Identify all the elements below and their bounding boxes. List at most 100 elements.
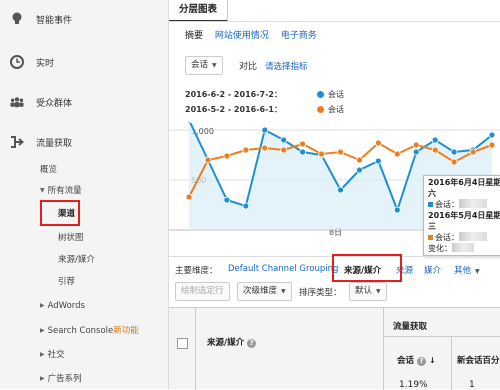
data-point-previous-12[interactable]: [412, 141, 420, 149]
nav-label: 智能事件: [36, 15, 73, 26]
nav-overview[interactable]: 概览: [40, 163, 57, 175]
data-point-previous-8[interactable]: [337, 148, 344, 156]
data-point-previous-11[interactable]: [393, 150, 401, 158]
legend-previous: 会话: [317, 104, 344, 115]
data-point-previous-1[interactable]: [204, 156, 212, 164]
data-point-previous-3[interactable]: [242, 146, 250, 154]
subtabs: 摘要 网站使用情况 电子商务: [185, 28, 326, 41]
caret-right-icon: ▶: [40, 351, 45, 358]
chevron-down-icon: ▼: [376, 288, 381, 295]
legend-dot-previous: [317, 106, 324, 113]
nav-referrals[interactable]: 引荐: [58, 275, 75, 287]
sort-type-select[interactable]: 默认 ▼: [349, 282, 387, 301]
data-point-current-3[interactable]: [242, 202, 250, 210]
data-point-previous-7[interactable]: [318, 150, 325, 158]
data-point-previous-15[interactable]: [469, 148, 477, 156]
column-header-source-medium[interactable]: 来源/媒介?: [207, 336, 257, 348]
nav-source-medium[interactable]: 来源/媒介: [58, 253, 95, 265]
metric-select-value: 会话: [191, 60, 209, 70]
column-divider: [383, 308, 384, 390]
plot-rows-button[interactable]: 绘制选定行: [175, 282, 230, 301]
help-icon[interactable]: ?: [417, 357, 427, 366]
nav-channels[interactable]: 渠道: [58, 207, 75, 219]
column-divider: [451, 336, 452, 390]
nav-label: 受众群体: [36, 98, 73, 109]
highlight-box: [332, 254, 402, 282]
caret-right-icon: ▶: [40, 302, 45, 309]
data-point-previous-9[interactable]: [356, 156, 363, 164]
caret-right-icon: ▶: [40, 375, 45, 382]
nav-adwords-label: AdWords: [47, 301, 85, 311]
sort-arrow-icon: ↓: [429, 356, 436, 365]
data-point-previous-14[interactable]: [450, 158, 458, 166]
tooltip-date-current: 2016年6月4日星期六: [428, 178, 500, 198]
data-point-previous-2[interactable]: [223, 152, 231, 160]
subtab-site-usage[interactable]: 网站使用情况: [215, 31, 269, 41]
data-point-current-6[interactable]: [299, 148, 307, 156]
data-point-current-16[interactable]: [488, 131, 496, 139]
tab-explorer[interactable]: 分层图表: [169, 0, 229, 22]
data-point-current-5[interactable]: [280, 136, 288, 144]
data-point-current-11[interactable]: [393, 206, 401, 214]
data-point-previous-4[interactable]: [261, 144, 269, 152]
nav-search-console-label: Search Console: [47, 326, 114, 336]
select-all-checkbox[interactable]: [177, 338, 188, 349]
redacted-value: [452, 243, 474, 252]
people-icon: [10, 95, 24, 109]
chevron-down-icon: ▼: [281, 288, 286, 295]
data-point-current-13[interactable]: [431, 136, 439, 144]
column-header-sessions[interactable]: 会话? ↓: [397, 354, 436, 366]
clock-icon: [10, 55, 24, 69]
vs-label: 对比: [239, 62, 258, 72]
nav-adwords[interactable]: ▶ AdWords: [40, 301, 85, 311]
chevron-down-icon: ▼: [475, 268, 480, 275]
data-point-current-8[interactable]: [337, 186, 344, 194]
tab-divider: [169, 21, 500, 22]
dim-medium[interactable]: 媒介: [424, 264, 441, 276]
caret-right-icon: ▶: [40, 327, 45, 334]
subtab-ecommerce[interactable]: 电子商务: [281, 31, 317, 41]
data-point-previous-0[interactable]: [185, 193, 193, 201]
chart-tooltip: 2016年6月4日星期六 会话： 2016年5月4日星期三 会话： 变化：: [423, 175, 500, 256]
data-point-current-12[interactable]: [412, 148, 420, 156]
primary-dimension-label: 主要维度：: [175, 266, 218, 276]
nav-social-label: 社交: [47, 350, 65, 360]
subtab-summary[interactable]: 摘要: [185, 31, 203, 41]
data-point-previous-16[interactable]: [488, 141, 496, 149]
nav-label: 流量获取: [36, 138, 73, 149]
secondary-dimension-select[interactable]: 次级维度 ▼: [237, 282, 292, 301]
dim-default-channel-grouping[interactable]: Default Channel Grouping: [228, 264, 338, 274]
data-point-previous-13[interactable]: [431, 146, 439, 154]
nav-social[interactable]: ▶ 社交: [40, 348, 65, 360]
sort-type-label: 排序类型：: [299, 288, 342, 298]
header-divider: [383, 336, 500, 337]
chevron-down-icon: ▼: [212, 62, 217, 69]
data-point-current-2[interactable]: [223, 196, 231, 204]
column-group-acquisition: 流量获取: [393, 322, 428, 332]
redacted-value: [459, 232, 487, 241]
dim-other[interactable]: 其他 ▼: [454, 264, 480, 276]
data-point-current-10[interactable]: [374, 157, 382, 165]
column-header-new-sessions[interactable]: 新会话百分比: [457, 354, 500, 366]
data-point-current-9[interactable]: [356, 166, 363, 174]
data-point-previous-5[interactable]: [280, 146, 288, 154]
nav-label: 实时: [36, 58, 55, 69]
data-point-current-14[interactable]: [450, 148, 458, 156]
tooltip-date-previous: 2016年5月4日星期三: [428, 211, 500, 231]
main-panel: 分层图表 摘要 网站使用情况 电子商务 会话 ▼ 对比 请选择指标 2016-6-…: [169, 0, 500, 390]
legend-current: 会话: [317, 89, 344, 100]
data-point-previous-6[interactable]: [299, 140, 307, 148]
nav-treemap[interactable]: 树状图: [58, 231, 84, 243]
help-icon[interactable]: ?: [247, 339, 257, 348]
metric-select[interactable]: 会话 ▼: [185, 56, 223, 75]
nav-all-traffic[interactable]: ▼ 所有流量: [40, 184, 82, 196]
nav-campaigns[interactable]: ▶ 广告系列: [40, 372, 82, 384]
data-point-current-4[interactable]: [261, 126, 269, 134]
nav-search-console[interactable]: ▶ Search Console新功能: [40, 324, 139, 336]
choose-metric-link[interactable]: 请选择指标: [265, 60, 308, 72]
sidebar: 智能事件 实时 受众群体 流量获取 概览 ▼ 所有流量 渠道 树状图 来源/媒介 …: [0, 0, 169, 389]
data-point-previous-10[interactable]: [374, 139, 382, 147]
legend-dot-current: [317, 91, 324, 98]
nav-all-traffic-label: 所有流量: [47, 186, 82, 196]
date-range-current: 2016-6-2 - 2016-7-2：: [185, 90, 282, 99]
